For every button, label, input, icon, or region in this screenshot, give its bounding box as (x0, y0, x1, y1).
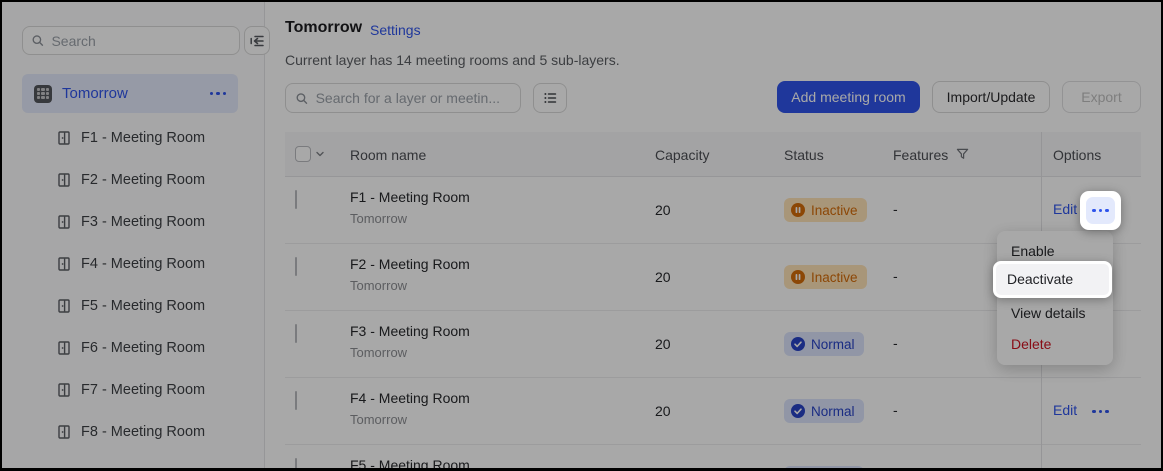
room-label: F6 - Meeting Room (81, 340, 206, 356)
sidebar-item-room[interactable]: F6 - Meeting Room (22, 328, 248, 368)
sidebar-item-room[interactable]: F7 - Meeting Room (22, 370, 248, 410)
sidebar-item-room[interactable]: F2 - Meeting Room (22, 160, 248, 200)
sidebar: Tomorrow F1 - Meeting Room F2 - Meeting … (2, 2, 270, 468)
status-badge: Normal (784, 332, 864, 356)
room-name: F2 - Meeting Room (350, 256, 470, 272)
check-circle-icon (791, 404, 805, 418)
meeting-room-icon (58, 173, 70, 187)
status-badge: Inactive (784, 198, 867, 222)
row-more-button-highlighted[interactable] (1086, 197, 1115, 224)
room-name: F3 - Meeting Room (350, 323, 470, 339)
column-header-capacity: Capacity (655, 146, 710, 163)
row-more-button[interactable] (1085, 398, 1116, 425)
column-header-status: Status (784, 132, 845, 177)
room-label: F5 - Meeting Room (81, 298, 206, 314)
status-label: Normal (811, 403, 855, 419)
room-name: F1 - Meeting Room (350, 189, 470, 205)
room-capacity: 20 (655, 403, 671, 419)
sidebar-item-room[interactable]: F3 - Meeting Room (22, 202, 248, 242)
room-layer: Tomorrow (350, 211, 408, 226)
room-name: F4 - Meeting Room (350, 390, 470, 406)
edit-link[interactable]: Edit (1053, 402, 1077, 418)
row-checkbox[interactable] (295, 391, 297, 410)
room-label: F2 - Meeting Room (81, 172, 206, 188)
status-label: Inactive (811, 202, 858, 218)
room-label: F1 - Meeting Room (81, 130, 206, 146)
column-header-label: Features (893, 146, 949, 163)
room-features: - (893, 335, 898, 351)
room-features: - (893, 201, 898, 217)
chevron-down-icon[interactable] (315, 149, 325, 159)
meeting-room-icon (58, 341, 70, 355)
row-context-menu: Enable Deactivate View details Delete (997, 231, 1113, 365)
check-circle-icon (791, 337, 805, 351)
meeting-room-icon (58, 299, 70, 313)
ellipsis-icon (1092, 208, 1109, 213)
menu-item-deactivate-highlighted[interactable]: Deactivate (996, 264, 1109, 295)
table-row: F4 - Meeting Room Tomorrow 20 Normal - E… (285, 378, 1141, 445)
select-all-checkbox[interactable] (295, 146, 311, 162)
column-header-label: Status (784, 146, 824, 163)
settings-link[interactable]: Settings (370, 22, 421, 38)
room-features: - (893, 402, 898, 418)
row-checkbox[interactable] (295, 458, 297, 468)
sidebar-item-room[interactable]: F4 - Meeting Room (22, 244, 248, 284)
table-search-box[interactable] (285, 83, 521, 113)
pause-circle-icon (791, 270, 805, 284)
column-header-options: Options (1053, 146, 1102, 163)
room-label: F8 - Meeting Room (81, 424, 206, 440)
sidebar-item-room[interactable]: F8 - Meeting Room (22, 412, 248, 452)
meeting-room-icon (58, 425, 70, 439)
row-checkbox[interactable] (295, 324, 297, 343)
pause-circle-icon (791, 203, 805, 217)
meeting-room-icon (58, 257, 70, 271)
menu-item-delete[interactable]: Delete (997, 329, 1113, 360)
room-layer: Tomorrow (350, 278, 408, 293)
room-capacity: 20 (655, 336, 671, 352)
page-subtitle: Current layer has 14 meeting rooms and 5… (285, 52, 620, 68)
room-label: F7 - Meeting Room (81, 382, 206, 398)
table-row: F5 - Meeting Room Tomorrow 20 Normal - E… (285, 445, 1141, 468)
sidebar-item-room[interactable]: F5 - Meeting Room (22, 286, 248, 326)
room-name: F5 - Meeting Room (350, 457, 470, 468)
add-meeting-room-button[interactable]: Add meeting room (777, 81, 920, 113)
spotlight-deactivate: Deactivate (993, 261, 1112, 298)
room-layer: Tomorrow (350, 412, 408, 427)
row-checkbox[interactable] (295, 190, 297, 209)
room-capacity: 20 (655, 269, 671, 285)
status-label: Inactive (811, 269, 858, 285)
sidebar-room-list: F1 - Meeting Room F2 - Meeting Room F3 -… (2, 2, 264, 468)
spotlight-more-button (1080, 191, 1121, 230)
list-icon (544, 93, 557, 103)
sidebar-item-room[interactable]: F1 - Meeting Room (22, 118, 248, 158)
app-window: Tomorrow F1 - Meeting Room F2 - Meeting … (2, 2, 1161, 468)
status-label: Normal (811, 336, 855, 352)
edit-link[interactable]: Edit (1053, 201, 1077, 217)
status-badge: Inactive (784, 265, 867, 289)
filter-icon[interactable] (956, 148, 969, 161)
room-capacity: 20 (655, 202, 671, 218)
column-header-features: Features (893, 132, 969, 177)
menu-item-view-details[interactable]: View details (997, 298, 1113, 329)
column-header-room-name: Room name (350, 146, 427, 163)
meeting-room-icon (58, 383, 70, 397)
room-label: F3 - Meeting Room (81, 214, 206, 230)
meeting-room-icon (58, 215, 70, 229)
room-features: - (893, 268, 898, 284)
room-layer: Tomorrow (350, 345, 408, 360)
status-badge: Normal (784, 466, 864, 468)
export-button[interactable]: Export (1062, 81, 1141, 113)
table-search-input[interactable] (315, 90, 511, 106)
room-label: F4 - Meeting Room (81, 256, 206, 272)
meeting-room-icon (58, 131, 70, 145)
import-update-button[interactable]: Import/Update (932, 81, 1050, 113)
status-badge: Normal (784, 399, 864, 423)
filter-icon[interactable] (832, 148, 845, 161)
row-checkbox[interactable] (295, 257, 297, 276)
row-more-button[interactable] (1085, 465, 1116, 468)
table-header: Room name Capacity Status Features Optio… (285, 132, 1141, 177)
page-title: Tomorrow (285, 19, 363, 36)
list-view-button[interactable] (533, 83, 567, 113)
search-icon (296, 92, 308, 104)
